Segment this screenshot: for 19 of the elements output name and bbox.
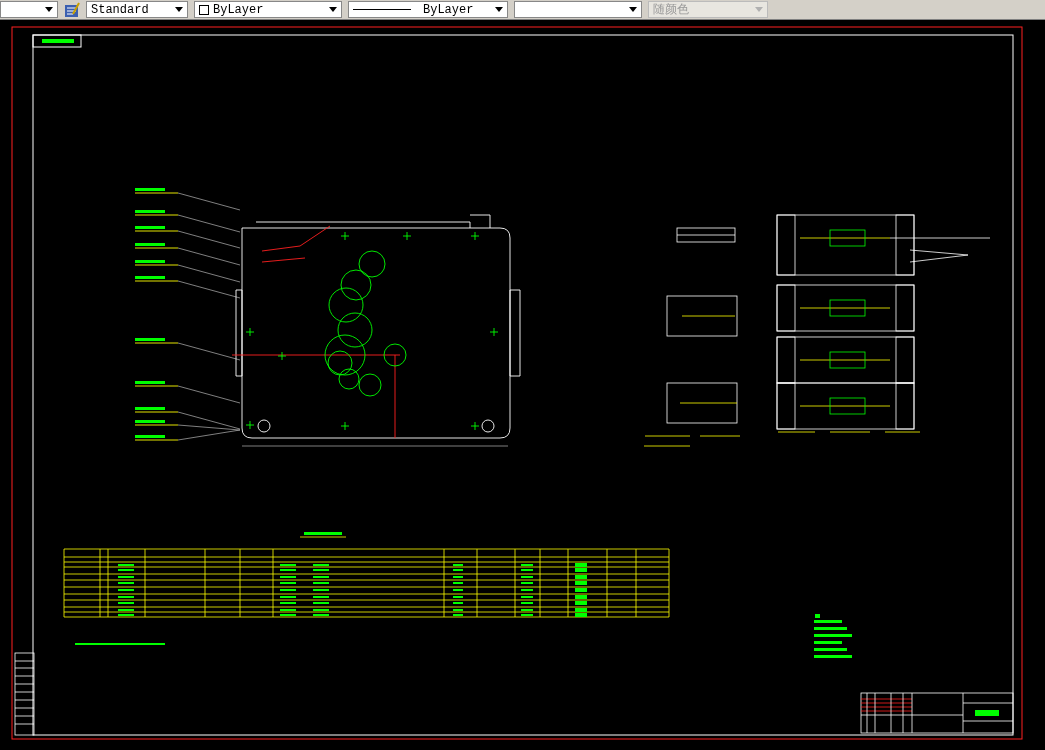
drawing-label-tag <box>32 34 82 48</box>
color-swatch-icon <box>199 4 209 15</box>
dropdown[interactable]: ByLayer <box>348 1 508 18</box>
dropdown[interactable]: Standard <box>86 1 188 18</box>
dropdown-caret-icon <box>755 7 763 12</box>
dropdown-value: ByLayer <box>423 1 475 19</box>
dropdown-caret-icon <box>495 7 503 12</box>
dropdown-value: Standard <box>91 1 150 19</box>
dropdown-caret-icon <box>175 7 183 12</box>
dropdown[interactable]: ByLayer <box>194 1 342 18</box>
dropdown-caret-icon <box>329 7 337 12</box>
text-style-icon[interactable] <box>64 1 80 18</box>
dropdown-caret-icon <box>45 7 53 12</box>
dropdown[interactable] <box>0 1 58 18</box>
line-sample-icon <box>353 9 411 10</box>
dropdown-value: ByLayer <box>213 1 265 19</box>
dropdown-caret-icon <box>629 7 637 12</box>
dropdown[interactable] <box>514 1 642 18</box>
dropdown-value: 随颜色 <box>653 1 690 19</box>
